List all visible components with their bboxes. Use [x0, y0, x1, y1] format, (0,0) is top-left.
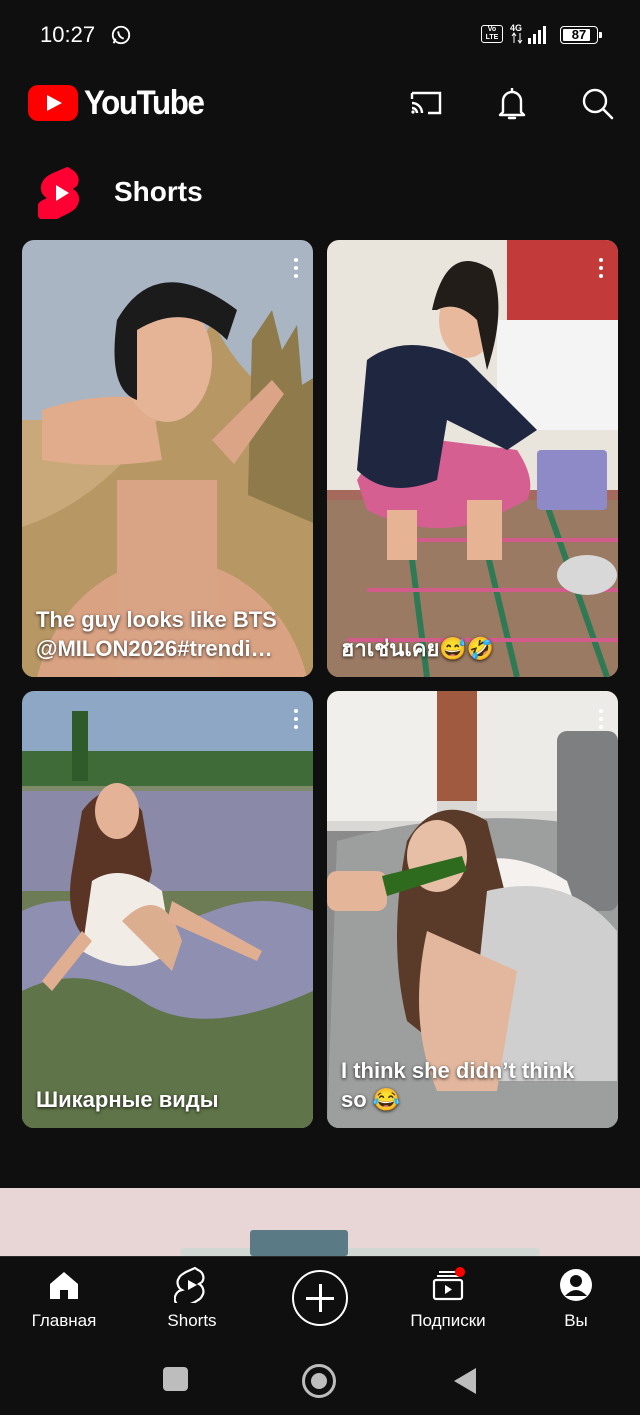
home-button[interactable]	[302, 1364, 336, 1398]
youtube-logo-icon[interactable]	[28, 85, 78, 121]
short-card[interactable]: The guy looks like BTS @MILON2026#trendi…	[22, 240, 313, 677]
notification-dot	[455, 1267, 465, 1277]
nav-subscriptions[interactable]: Подписки	[384, 1257, 512, 1341]
home-icon	[50, 1272, 78, 1299]
short-thumbnail	[327, 240, 618, 677]
back-button[interactable]	[452, 1366, 478, 1396]
notifications-bell-icon[interactable]	[494, 85, 530, 121]
shorts-section-title: Shorts	[114, 176, 203, 207]
cast-icon[interactable]	[408, 85, 444, 121]
more-options-icon[interactable]	[598, 258, 604, 280]
search-icon[interactable]	[579, 85, 615, 121]
whatsapp-icon	[111, 25, 131, 45]
nav-label: Главная	[31, 1311, 97, 1330]
account-icon	[560, 1269, 592, 1301]
battery-icon: 87	[560, 26, 602, 44]
video-thumbnail-partial[interactable]	[0, 1188, 640, 1256]
short-caption: ฮาเช่นเคย😅🤣	[341, 636, 495, 661]
short-caption: I think she didn’t think so 😂	[341, 1058, 575, 1112]
home-button-dot	[311, 1373, 327, 1389]
status-time: 10:27	[40, 22, 96, 47]
battery-level: 87	[571, 27, 587, 42]
network-type: 4G	[510, 23, 522, 33]
more-options-icon[interactable]	[293, 709, 299, 731]
recents-button[interactable]	[163, 1367, 188, 1391]
short-caption: The guy looks like BTS @MILON2026#trendi…	[36, 607, 277, 661]
nav-you[interactable]: Вы	[512, 1257, 640, 1341]
nav-label: Вы	[564, 1311, 588, 1330]
nav-shorts[interactable]: Shorts	[128, 1257, 256, 1341]
system-navigation-bar	[0, 1340, 640, 1415]
more-options-icon[interactable]	[293, 258, 299, 280]
create-plus-icon[interactable]	[292, 1270, 348, 1326]
short-card[interactable]: I think she didn’t think so 😂	[327, 691, 618, 1128]
thumbnail-detail	[250, 1230, 348, 1256]
short-card[interactable]: Шикарные виды	[22, 691, 313, 1128]
nav-home[interactable]: Главная	[0, 1257, 128, 1341]
subscriptions-icon	[432, 1267, 465, 1301]
nav-label: Shorts	[167, 1311, 217, 1330]
nav-label: Подписки	[410, 1311, 486, 1330]
status-bar: 10:27 Vo LTE 4G 87	[0, 0, 640, 70]
signal-icon: 4G	[510, 23, 546, 44]
volte-icon: Vo LTE	[481, 25, 503, 43]
thumbnail-detail	[180, 1248, 540, 1256]
more-options-icon[interactable]	[598, 709, 604, 731]
shorts-icon	[174, 1267, 205, 1303]
short-thumbnail	[22, 691, 313, 1128]
short-card[interactable]: ฮาเช่นเคย😅🤣	[327, 240, 618, 677]
shorts-logo-icon	[38, 167, 80, 219]
youtube-wordmark[interactable]: YouTube	[84, 84, 205, 123]
short-caption: Шикарные виды	[36, 1087, 219, 1112]
